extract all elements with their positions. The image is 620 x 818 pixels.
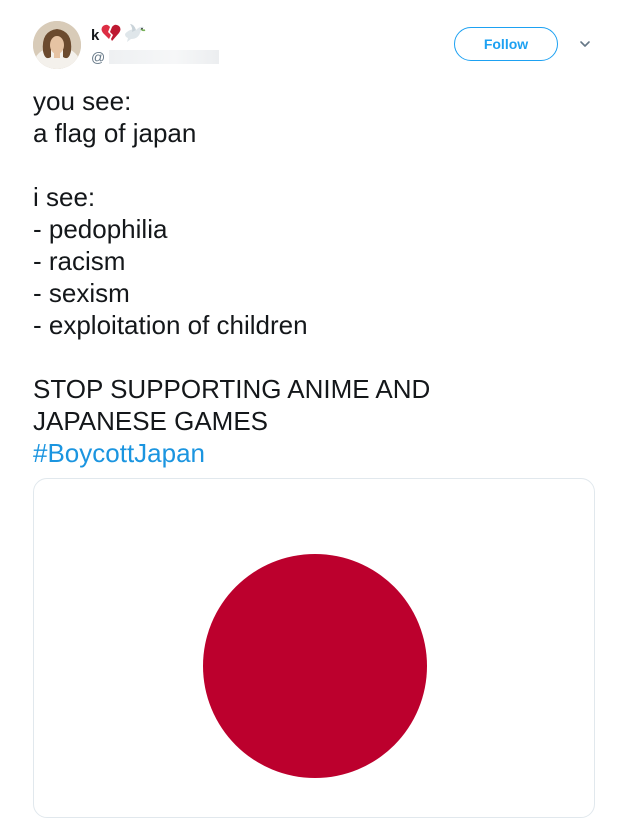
- chevron-down-icon[interactable]: [578, 37, 592, 51]
- dove-icon: [122, 22, 146, 48]
- tweet-header: k @ Follow: [33, 21, 603, 73]
- follow-button[interactable]: Follow: [454, 27, 558, 61]
- handle-redacted: [109, 50, 220, 64]
- tweet-line: STOP SUPPORTING ANIME AND: [33, 374, 431, 404]
- tweet-line: - exploitation of children: [33, 310, 308, 340]
- tweet: k @ Follow you see: a flag of japan i se…: [0, 0, 620, 818]
- broken-heart-icon: [101, 24, 121, 46]
- tweet-line-gap: [33, 341, 593, 373]
- tweet-line: a flag of japan: [33, 118, 197, 148]
- tweet-line: JAPANESE GAMES: [33, 406, 269, 436]
- tweet-line: - sexism: [33, 278, 130, 308]
- avatar[interactable]: [33, 21, 81, 69]
- tweet-text: you see: a flag of japan i see: - pedoph…: [33, 85, 593, 469]
- author-name[interactable]: k: [91, 27, 99, 44]
- author-handle[interactable]: @: [91, 48, 220, 66]
- media-image[interactable]: [33, 478, 595, 818]
- tweet-line-gap: [33, 149, 593, 181]
- tweet-line: - pedophilia: [33, 214, 168, 244]
- tweet-line: you see:: [33, 86, 132, 116]
- author-name-row[interactable]: k: [91, 24, 146, 46]
- hashtag-link[interactable]: #BoycottJapan: [33, 437, 593, 469]
- tweet-line: i see:: [33, 182, 96, 212]
- handle-prefix: @: [91, 49, 106, 65]
- tweet-line: - racism: [33, 246, 126, 276]
- japan-flag-circle: [203, 554, 427, 778]
